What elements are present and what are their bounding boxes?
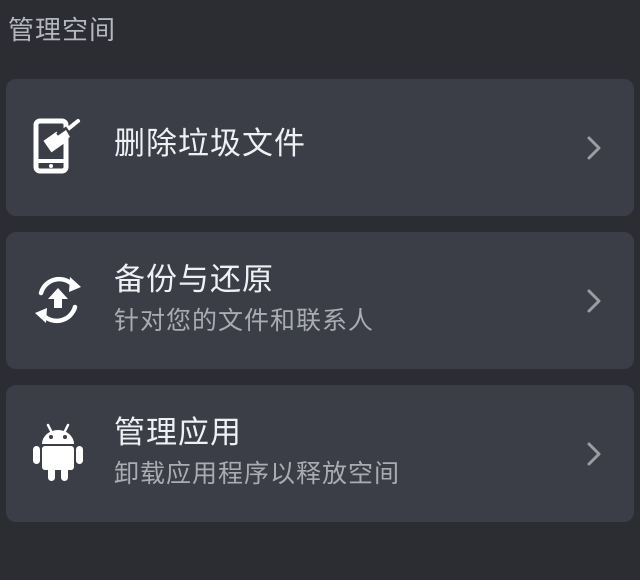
backup-restore-item[interactable]: 备份与还原 针对您的文件和联系人 — [6, 232, 634, 369]
delete-junk-files-item[interactable]: 删除垃圾文件 — [6, 79, 634, 216]
manage-apps-item[interactable]: 管理应用 卸载应用程序以释放空间 — [6, 385, 634, 522]
item-subtitle: 针对您的文件和联系人 — [114, 306, 375, 335]
chevron-right-icon — [580, 437, 608, 471]
item-title: 管理应用 — [114, 415, 242, 451]
section-title: 管理空间 — [8, 16, 117, 46]
backup-restore-icon — [26, 268, 90, 332]
item-title: 备份与还原 — [114, 262, 274, 298]
chevron-right-icon — [580, 131, 608, 165]
android-icon — [26, 421, 90, 485]
phone-clean-icon — [26, 115, 90, 179]
item-subtitle: 卸载应用程序以释放空间 — [114, 459, 401, 488]
item-title: 删除垃圾文件 — [114, 126, 306, 162]
chevron-right-icon — [580, 284, 608, 318]
